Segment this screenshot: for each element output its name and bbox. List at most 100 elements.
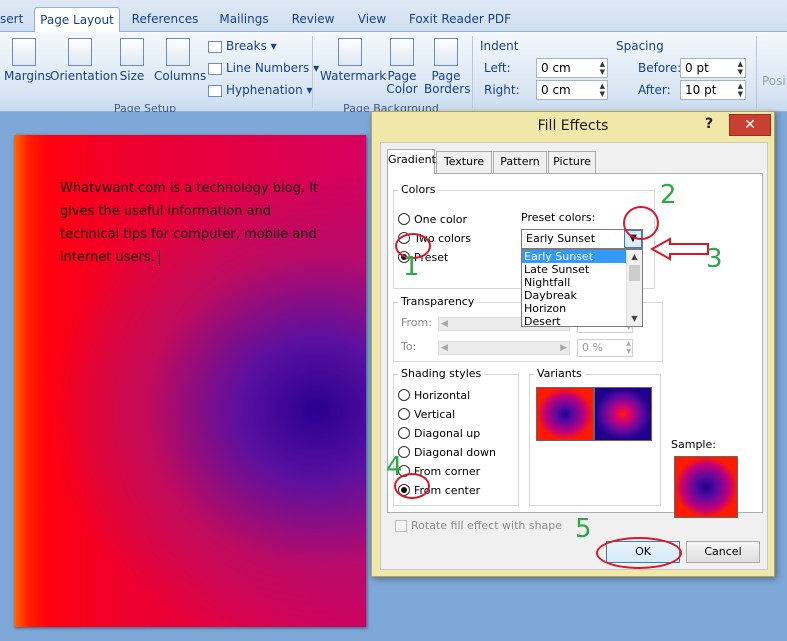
annotation-number-5: 5 <box>575 514 592 544</box>
line-numbers-label: Line Numbers <box>226 61 310 75</box>
variant-swatch-1[interactable] <box>536 387 594 441</box>
scroll-down-icon[interactable]: ▼ <box>627 312 642 326</box>
indent-right-input[interactable]: 0 cm ▲ ▼ <box>536 80 608 100</box>
variant-swatch-2[interactable] <box>594 387 652 441</box>
tab-references[interactable]: References <box>128 7 202 32</box>
shading-diagonal-up-radio[interactable]: Diagonal up <box>398 426 480 442</box>
columns-label: Columns <box>154 69 207 83</box>
spin-arrows-icon[interactable]: ▲▼ <box>738 82 743 98</box>
shading-diagonal-up-label: Diagonal up <box>414 427 481 440</box>
annotation-number-2: 2 <box>660 180 677 210</box>
shading-diagonal-down-radio[interactable]: Diagonal down <box>398 445 496 461</box>
size-label: Size <box>119 69 145 83</box>
preset-option-desert[interactable]: Desert <box>522 315 626 326</box>
radio-dot <box>398 389 410 401</box>
spacing-after-input[interactable]: 10 pt ▲ ▼ <box>680 80 746 100</box>
columns-button[interactable]: Columns <box>154 38 206 83</box>
scroll-thumb[interactable] <box>629 265 640 281</box>
watermark-button[interactable]: Watermark <box>320 38 386 83</box>
line-numbers-icon <box>208 62 222 75</box>
spacing-after-value: 10 pt <box>685 83 717 97</box>
spacing-after-label: After: <box>638 83 671 97</box>
variants-legend: Variants <box>534 367 585 380</box>
cancel-button[interactable]: Cancel <box>686 541 760 563</box>
spin-arrows-icon[interactable]: ▲▼ <box>738 60 743 76</box>
colors-legend: Colors <box>398 183 439 196</box>
slider-right-icon: ▶ <box>560 343 567 353</box>
tab-page-layout[interactable]: Page Layout <box>34 7 120 32</box>
watermark-icon <box>338 38 362 66</box>
tab-review[interactable]: Review <box>288 7 338 32</box>
transparency-to-value: 0 % <box>582 341 603 354</box>
indent-left-input[interactable]: 0 cm ▲ ▼ <box>536 58 608 78</box>
tab-view[interactable]: View <box>352 7 392 32</box>
close-button[interactable]: ✕ <box>729 114 771 136</box>
page-borders-button[interactable]: Page Borders <box>424 38 471 96</box>
shading-vertical-radio[interactable]: Vertical <box>398 407 455 423</box>
breaks-button[interactable]: Breaks ▾ <box>208 36 277 56</box>
checkbox-box <box>395 520 407 532</box>
orientation-button[interactable]: Orientation <box>50 38 118 83</box>
hyphenation-button[interactable]: Hyphenation ▾ <box>208 80 313 100</box>
indent-right-value: 0 cm <box>541 83 571 97</box>
line-numbers-button[interactable]: Line Numbers ▾ <box>208 58 319 78</box>
spin-arrows-icon[interactable]: ▲▼ <box>600 82 605 98</box>
annotation-circle-ok <box>596 537 682 569</box>
indent-left-value: 0 cm <box>541 61 571 75</box>
orientation-label: Orientation <box>50 69 118 83</box>
dialog-body: Gradient Texture Pattern Picture Colors … <box>380 142 768 570</box>
help-button[interactable]: ? <box>705 116 713 132</box>
sample-preview <box>674 456 738 518</box>
page-borders-label-2: Borders <box>424 82 471 96</box>
page-color-label-2: Color <box>386 82 418 96</box>
annotation-circle-dropdown <box>623 206 659 240</box>
transparency-to-input[interactable]: 0 % ▲ ▼ <box>577 339 633 357</box>
tab-insert[interactable]: sert <box>0 7 23 32</box>
slider-left-icon: ◀ <box>441 343 448 353</box>
preset-option-late-sunset[interactable]: Late Sunset <box>522 263 626 276</box>
list-scrollbar[interactable]: ▲ ▼ <box>626 250 642 326</box>
annotation-number-1: 1 <box>403 252 420 282</box>
preset-colors-list[interactable]: Early Sunset Late Sunset Nightfall Daybr… <box>521 249 643 327</box>
hyphenation-label: Hyphenation <box>226 83 303 97</box>
spacing-before-label: Before: <box>638 61 682 75</box>
shading-diagonal-down-label: Diagonal down <box>414 446 496 459</box>
shading-horizontal-radio[interactable]: Horizontal <box>398 388 470 404</box>
shading-styles-legend: Shading styles <box>398 367 485 380</box>
tab-foxit-reader-pdf[interactable]: Foxit Reader PDF <box>406 7 514 32</box>
radio-dot <box>398 213 410 225</box>
spacing-before-value: 0 pt <box>685 61 709 75</box>
group-separator <box>312 36 313 108</box>
tab-pattern[interactable]: Pattern <box>493 151 547 173</box>
margins-button[interactable]: Margins <box>4 38 51 83</box>
rotate-fill-checkbox[interactable]: Rotate fill effect with shape <box>395 519 562 533</box>
indent-right-label: Right: <box>484 83 520 97</box>
size-button[interactable]: Size <box>118 38 146 83</box>
transparency-to-slider[interactable]: ◀ ▶ <box>438 341 570 355</box>
preset-option-nightfall[interactable]: Nightfall <box>522 276 626 289</box>
text-cursor <box>158 249 160 266</box>
spacing-before-input[interactable]: 0 pt ▲ ▼ <box>680 58 746 78</box>
scroll-up-icon[interactable]: ▲ <box>627 250 642 264</box>
page-color-button[interactable]: Page Color <box>382 38 422 96</box>
one-color-radio[interactable]: One color <box>398 212 467 228</box>
indent-label: Indent <box>480 39 519 53</box>
preset-option-early-sunset[interactable]: Early Sunset <box>522 250 627 264</box>
position-button[interactable]: Positi <box>762 74 787 88</box>
tab-gradient[interactable]: Gradient <box>387 149 436 174</box>
preset-colors-label: Preset colors: <box>521 211 596 224</box>
document-page[interactable]: Whatvwant.com is a technology blog. It g… <box>14 135 366 627</box>
tab-picture[interactable]: Picture <box>548 151 596 173</box>
hyphenation-icon <box>208 84 222 97</box>
preset-option-horizon[interactable]: Horizon <box>522 302 626 315</box>
tab-texture[interactable]: Texture <box>436 151 492 173</box>
preset-option-daybreak[interactable]: Daybreak <box>522 289 626 302</box>
watermark-label: Watermark <box>320 69 387 83</box>
spin-arrows-icon[interactable]: ▲▼ <box>600 60 605 76</box>
spin-arrows-icon[interactable]: ▲▼ <box>626 340 631 356</box>
tab-mailings[interactable]: Mailings <box>214 7 274 32</box>
sample-label: Sample: <box>671 438 716 451</box>
document-text[interactable]: Whatvwant.com is a technology blog. It g… <box>60 177 328 269</box>
margins-label: Margins <box>4 69 52 83</box>
breaks-icon <box>208 40 222 53</box>
